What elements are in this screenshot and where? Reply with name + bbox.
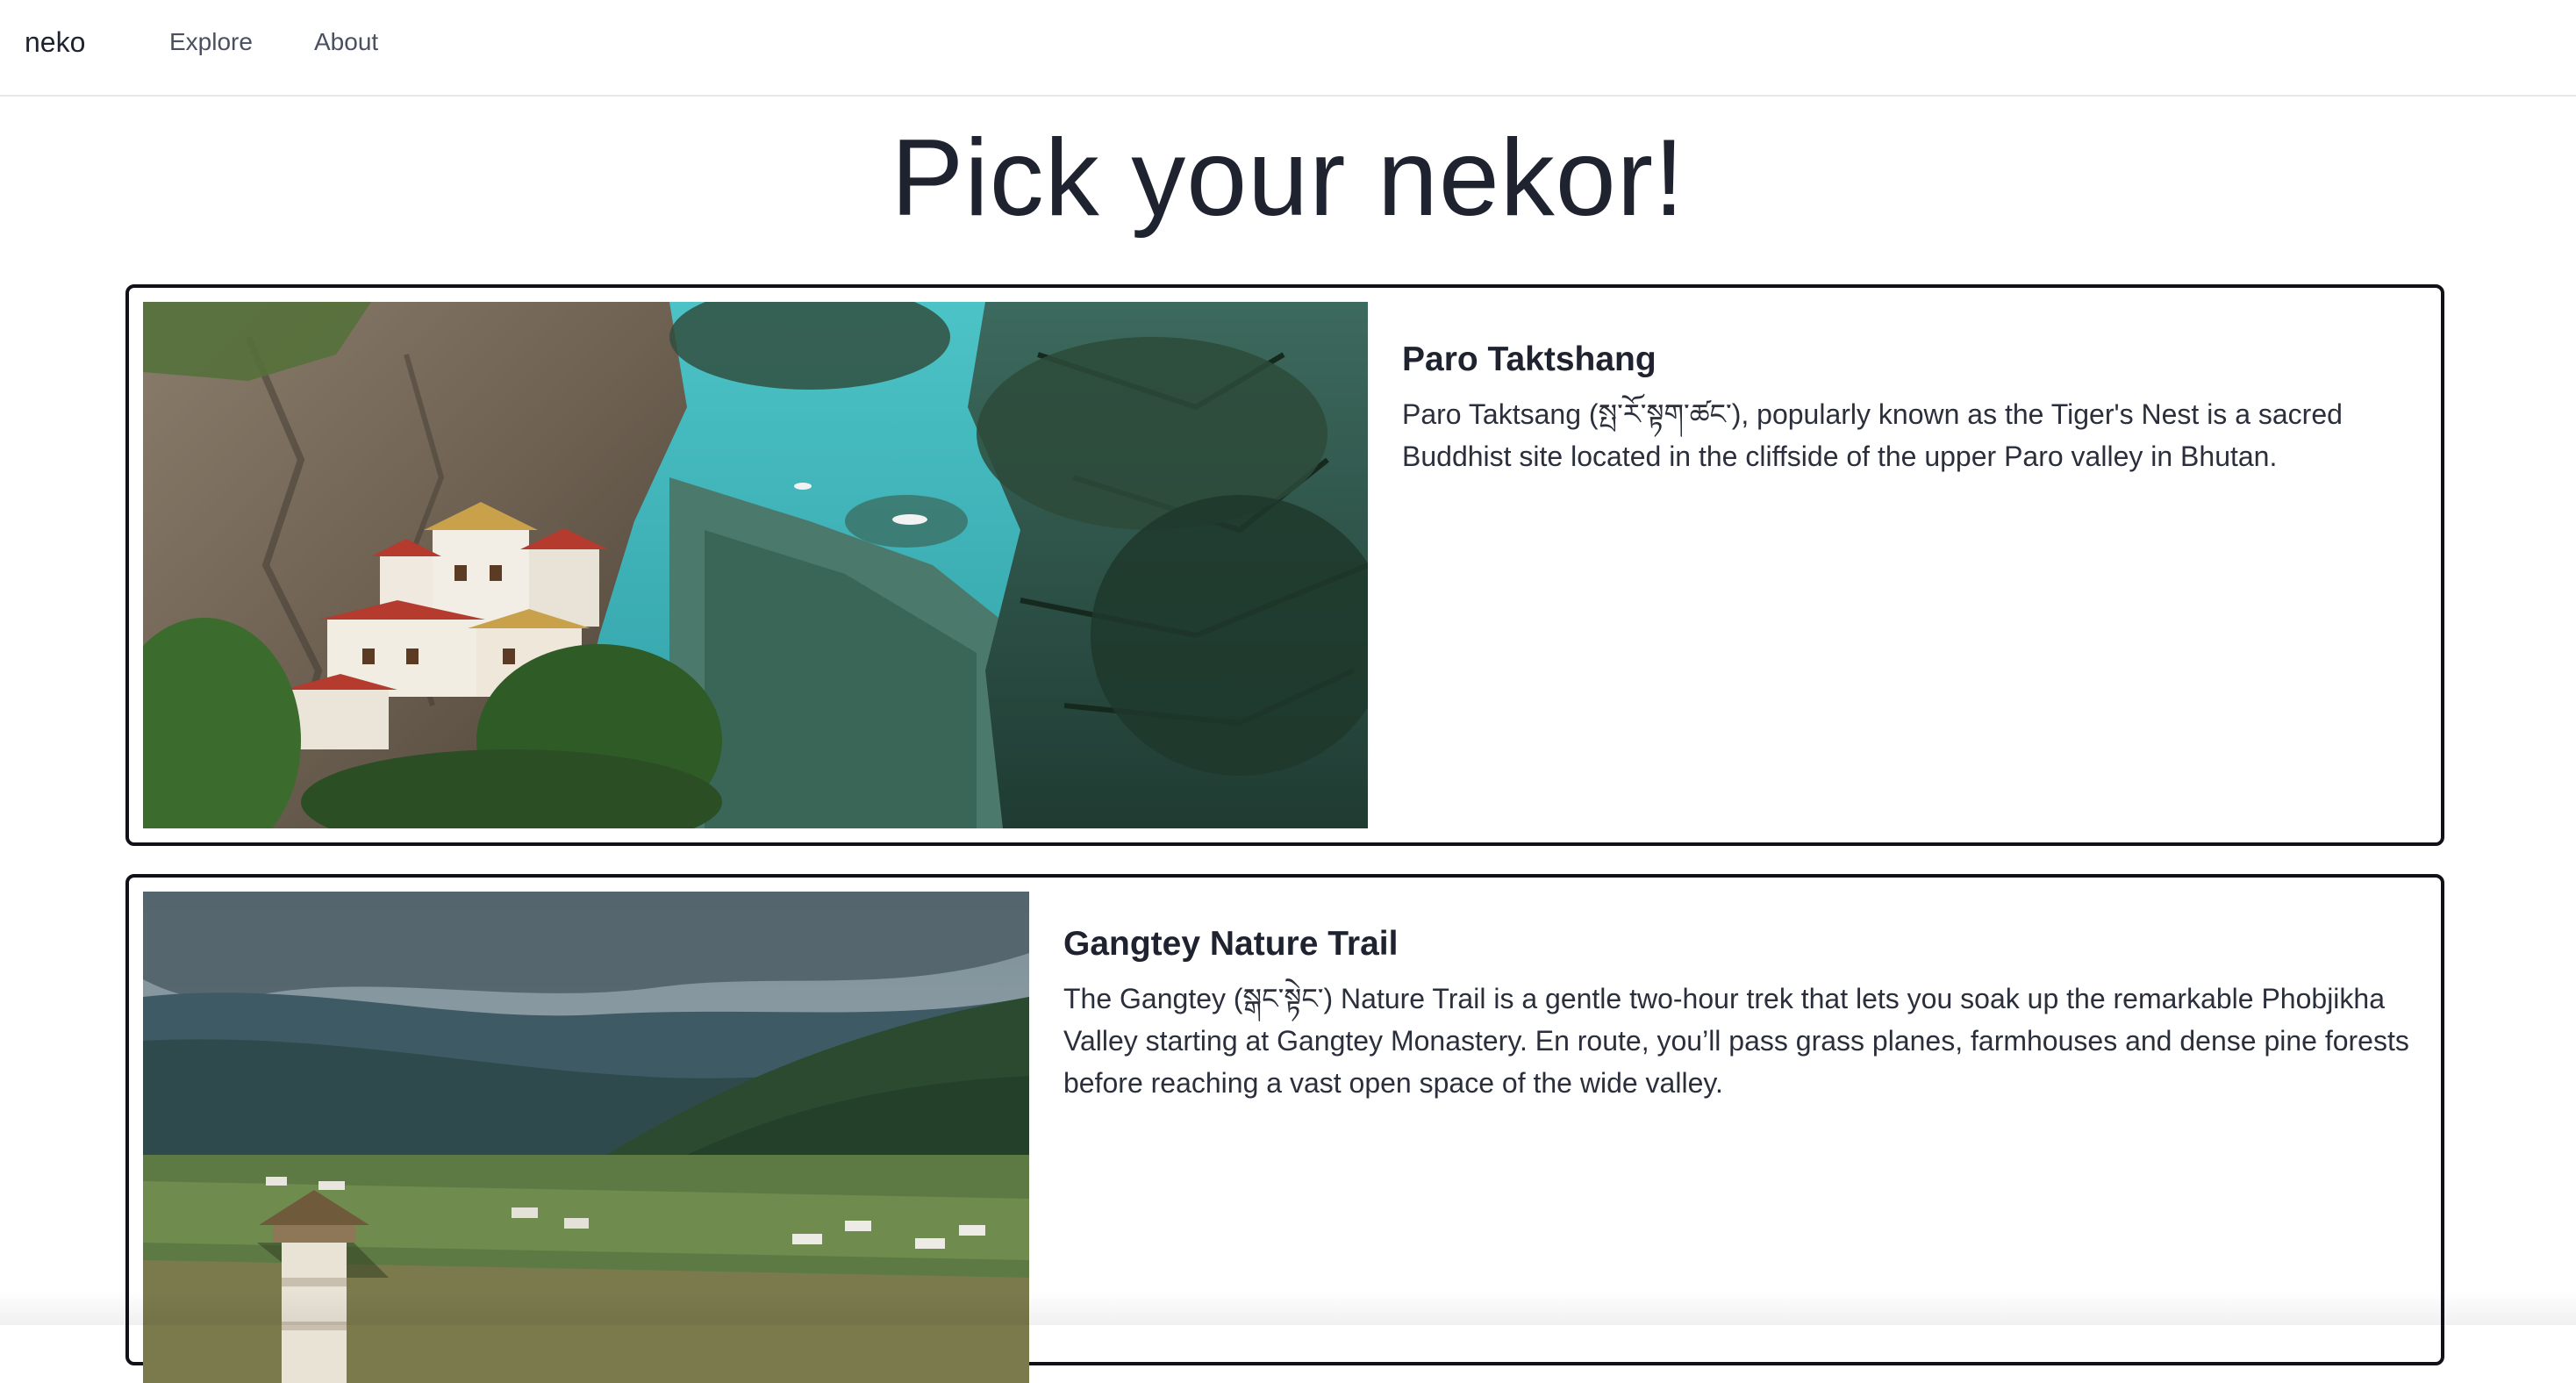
- page-title: Pick your nekor!: [891, 118, 1685, 239]
- destination-title[interactable]: Gangtey Nature Trail: [1063, 925, 1398, 964]
- destination-description: The Gangtey (སྒང་སྟེང་) Nature Trail is …: [1063, 983, 2409, 1099]
- monastery-cliff-photo: [143, 302, 1368, 828]
- destination-description: Paro Taktsang (སྤ་རོ་སྟག་ཚང་), popularly…: [1402, 398, 2343, 472]
- nav-link-about[interactable]: About: [314, 28, 378, 56]
- destination-title[interactable]: Paro Taktshang: [1402, 340, 1657, 379]
- nav-link-explore[interactable]: Explore: [169, 28, 253, 56]
- destination-image[interactable]: [143, 302, 1368, 828]
- destination-card[interactable]: Paro Taktshang Paro Taktsang (སྤ་རོ་སྟག་…: [125, 284, 2444, 846]
- destination-image[interactable]: [143, 892, 1029, 1383]
- brand-logo[interactable]: neko: [25, 26, 85, 59]
- valley-landscape-photo: [143, 892, 1029, 1383]
- top-navbar: neko Explore About: [0, 0, 2576, 97]
- destination-card[interactable]: Gangtey Nature Trail The Gangtey (སྒང་སྟ…: [125, 874, 2444, 1383]
